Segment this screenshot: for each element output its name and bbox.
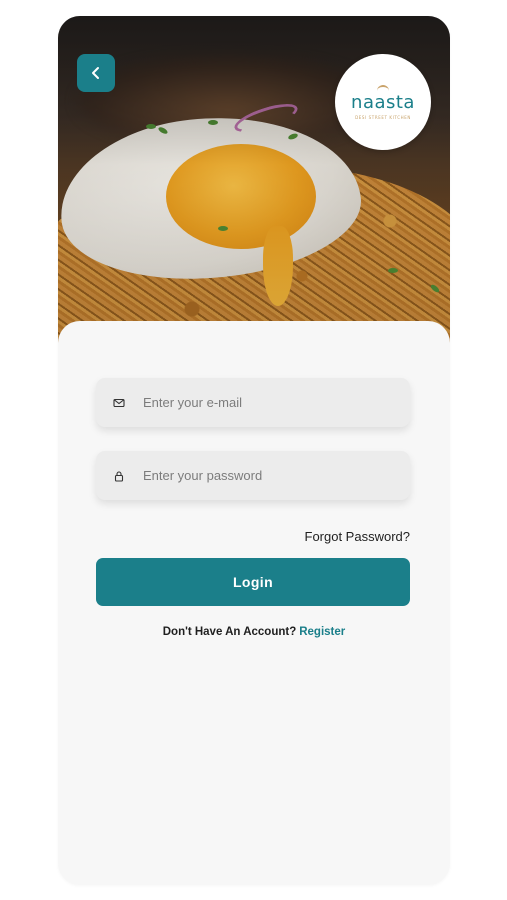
register-prompt: Don't Have An Account? Register [58,626,450,638]
email-field[interactable] [96,378,410,427]
brand-logo: naasta DESI STREET KITCHEN [335,54,431,150]
mail-icon [112,396,126,410]
logo-tagline: DESI STREET KITCHEN [355,114,411,120]
register-link[interactable]: Register [299,626,345,638]
password-field[interactable] [96,451,410,500]
no-account-text: Don't Have An Account? [162,626,297,638]
lock-icon [112,469,126,483]
login-button[interactable]: Login [96,558,410,606]
logo-mark-icon [377,84,389,92]
logo-wordmark: naasta [351,91,415,113]
email-input[interactable] [141,394,385,411]
back-button[interactable] [77,54,115,92]
password-input[interactable] [141,467,385,484]
login-screen: naasta DESI STREET KITCHEN Forgot Passwo… [58,16,450,885]
forgot-password-link[interactable]: Forgot Password? [305,529,411,544]
login-card: Forgot Password? Login Don't Have An Acc… [58,321,450,885]
chevron-left-icon [89,66,103,80]
